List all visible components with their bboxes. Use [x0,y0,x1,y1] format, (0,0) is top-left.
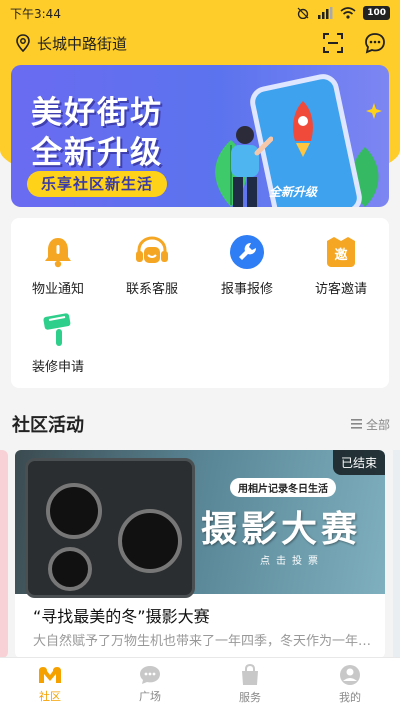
status-icons: 100 [296,6,390,20]
previous-card-peek[interactable] [0,450,8,658]
message-button[interactable] [364,32,386,54]
activity-cover-image: 用相片记录冬日生活 摄影大赛 点击投票 已结束 [15,450,385,598]
alarm-icon [297,7,309,19]
top-header: 长城中路街道 [0,26,400,60]
service-label: 联系客服 [125,282,178,297]
paint-brush-icon [40,312,76,348]
activity-title: “寻找最美的冬”摄影大赛 [33,607,210,626]
activity-description: 大自然赋予了万物生机也带来了一年四季，冬天作为一年中... [33,634,379,649]
location-label: 长城中路街道 [37,34,128,53]
status-bar: 下午3:44 100 [0,0,400,26]
tab-label: 我的 [339,691,361,704]
service-label: 装修申请 [31,360,84,375]
camera-lens-bottom [48,547,92,591]
scan-icon [323,33,343,53]
camera-lens-top [46,483,102,539]
service-contact-support[interactable]: 联系客服 [105,234,199,304]
next-card-peek[interactable] [393,450,400,658]
scan-button[interactable] [322,32,344,54]
promo-banner[interactable]: 美好街坊 全新升级 乐享社区新生活 全新升级 [11,65,389,207]
banner-tagline: 乐享社区新生活 [27,171,168,197]
tab-service[interactable]: 服务 [200,658,300,711]
tab-label: 社区 [39,690,61,703]
location-pin-icon [16,34,30,52]
chat-bubble-icon [365,33,385,54]
activity-cover-pill: 用相片记录冬日生活 [230,478,336,497]
bag-icon [242,664,258,685]
banner-phone-caption: 全新升级 [269,185,318,199]
svg-text:邀: 邀 [334,247,347,263]
tab-label: 服务 [239,691,261,704]
invite-icon: 邀 [323,234,359,270]
activity-cover-title: 摄影大赛 [201,509,362,550]
rocket-icon [293,101,313,157]
banner-headline-1: 美好街坊 [31,95,163,131]
profile-icon [340,665,360,685]
tab-community[interactable]: 社区 [0,658,100,711]
tab-square[interactable]: 广场 [100,658,200,711]
activity-cover-subtitle: 点击投票 [260,556,324,567]
chat-icon [140,666,160,684]
view-all-label: 全部 [365,417,390,432]
service-renovation-apply[interactable]: 装修申请 [11,312,105,382]
list-icon [350,419,362,429]
battery-indicator: 100 [363,6,390,20]
wrench-icon [229,234,265,270]
service-grid: 物业通知 联系客服 报事报修 邀 访客邀请 装修申请 [11,218,389,388]
signal-icon [318,7,333,19]
tab-label: 广场 [139,690,161,703]
bottom-tab-bar: 社区 广场 服务 我的 [0,657,400,711]
wifi-icon [340,7,356,19]
location-selector[interactable]: 长城中路街道 [16,33,127,54]
tab-mine[interactable]: 我的 [300,658,400,711]
service-label: 访客邀请 [314,282,367,297]
camera-lens-main [118,509,182,573]
banner-headline-2: 全新升级 [31,135,163,171]
header-actions [322,32,386,54]
status-badge: 已结束 [332,450,385,475]
community-icon [39,667,61,683]
service-label: 物业通知 [31,282,84,297]
headset-icon [134,234,170,270]
camera-illustration [25,458,195,598]
person-illustration-icon [231,126,273,207]
service-visitor-invite[interactable]: 邀 访客邀请 [294,234,388,304]
status-time: 下午3:44 [10,6,61,21]
section-title: 社区活动 [12,415,84,436]
service-property-notice[interactable]: 物业通知 [11,234,105,304]
service-label: 报事报修 [220,282,273,297]
star-decoration-icon [366,103,382,119]
service-repair-report[interactable]: 报事报修 [200,234,294,304]
bell-icon [40,234,76,270]
community-activity-header: 社区活动 全部 [12,410,390,438]
view-all-link[interactable]: 全部 [350,416,390,433]
activity-card[interactable]: 用相片记录冬日生活 摄影大赛 点击投票 已结束 “寻找最美的冬”摄影大赛 大自然… [15,450,385,658]
